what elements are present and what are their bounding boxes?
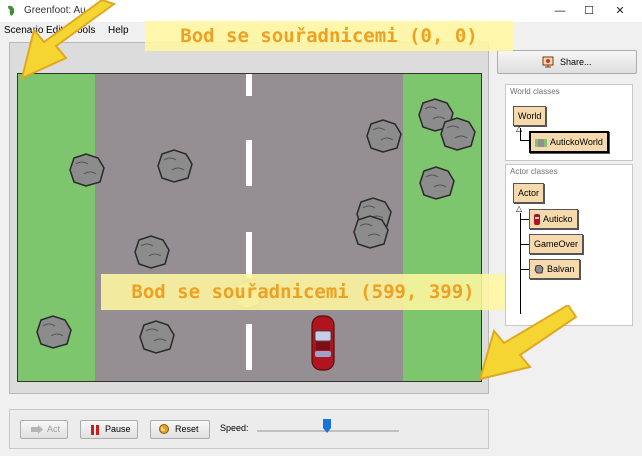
actor-classes-title: Actor classes [510, 167, 558, 176]
rock-actor[interactable] [131, 234, 171, 270]
class-auticko[interactable]: Auticko [529, 209, 578, 229]
class-game-over[interactable]: GameOver [529, 234, 584, 254]
corner-callout: Bod se souřadnicemi (599, 399) [101, 274, 505, 310]
arrow-bottom-right-icon [478, 305, 578, 381]
class-label: World [518, 111, 542, 121]
share-button[interactable]: Share... [497, 50, 637, 74]
corner-callout-text: Bod se souřadnicemi (599, 399) [131, 281, 475, 303]
pause-label: Pause [105, 424, 131, 434]
class-panel: Share... World classes World △ AutickoWo… [497, 42, 637, 447]
car-actor[interactable] [311, 315, 335, 371]
rock-actor[interactable] [416, 165, 456, 201]
act-button[interactable]: Act [20, 420, 68, 439]
rock-actor[interactable] [136, 319, 176, 355]
rock-icon [534, 265, 544, 274]
close-button[interactable]: ✕ [610, 4, 630, 18]
rock-actor[interactable] [154, 148, 194, 184]
tree-connector [520, 244, 529, 245]
lane-marking [246, 74, 252, 96]
rock-actor[interactable] [363, 118, 403, 154]
share-label: Share... [560, 57, 592, 67]
pause-icon [91, 425, 99, 435]
tree-connector [520, 219, 529, 220]
act-icon [31, 425, 43, 434]
pause-button[interactable]: Pause [80, 420, 138, 439]
class-label: Auticko [543, 214, 573, 224]
actor-classes-box: Actor classes Actor △ Auticko GameOver B… [505, 164, 633, 326]
world-icon [535, 138, 547, 147]
speed-label: Speed: [220, 423, 249, 433]
world-canvas[interactable] [17, 73, 482, 382]
class-label: Balvan [547, 264, 575, 274]
rock-actor[interactable] [33, 314, 73, 350]
lane-marking [246, 140, 252, 186]
reset-label: Reset [175, 424, 199, 434]
minimize-button[interactable]: — [550, 4, 570, 18]
tree-connector [520, 140, 529, 141]
tree-connector [520, 213, 521, 314]
rock-actor[interactable] [437, 116, 477, 152]
share-icon [542, 56, 554, 68]
lane-marking [246, 324, 252, 370]
rock-actor[interactable] [66, 152, 106, 188]
class-auticko-world[interactable]: AutickoWorld [529, 131, 609, 153]
inheritance-arrow-icon: △ [516, 124, 523, 133]
reset-icon [159, 424, 169, 434]
tree-connector [520, 269, 529, 270]
class-label: AutickoWorld [550, 137, 603, 147]
rock-actor[interactable] [350, 214, 390, 250]
world-classes-box: World classes World △ AutickoWorld [505, 84, 633, 161]
world-classes-title: World classes [510, 87, 560, 96]
class-balvan[interactable]: Balvan [529, 259, 580, 279]
maximize-button[interactable]: ☐ [579, 4, 599, 18]
execution-controls: Act Pause Reset Speed: [9, 409, 489, 449]
lane-marking [246, 232, 252, 278]
class-label: Actor [518, 188, 540, 198]
class-label: GameOver [534, 239, 579, 249]
class-actor[interactable]: Actor [513, 183, 545, 203]
reset-button[interactable]: Reset [150, 420, 210, 439]
speed-slider-thumb[interactable] [323, 419, 331, 433]
class-world[interactable]: World [513, 106, 547, 126]
origin-callout-text: Bod se souřadnicemi (0, 0) [180, 25, 478, 47]
arrow-top-left-icon [20, 0, 117, 80]
origin-callout: Bod se souřadnicemi (0, 0) [145, 21, 513, 51]
car-icon [534, 214, 540, 226]
act-label: Act [47, 424, 61, 434]
inheritance-arrow-icon: △ [516, 204, 523, 213]
